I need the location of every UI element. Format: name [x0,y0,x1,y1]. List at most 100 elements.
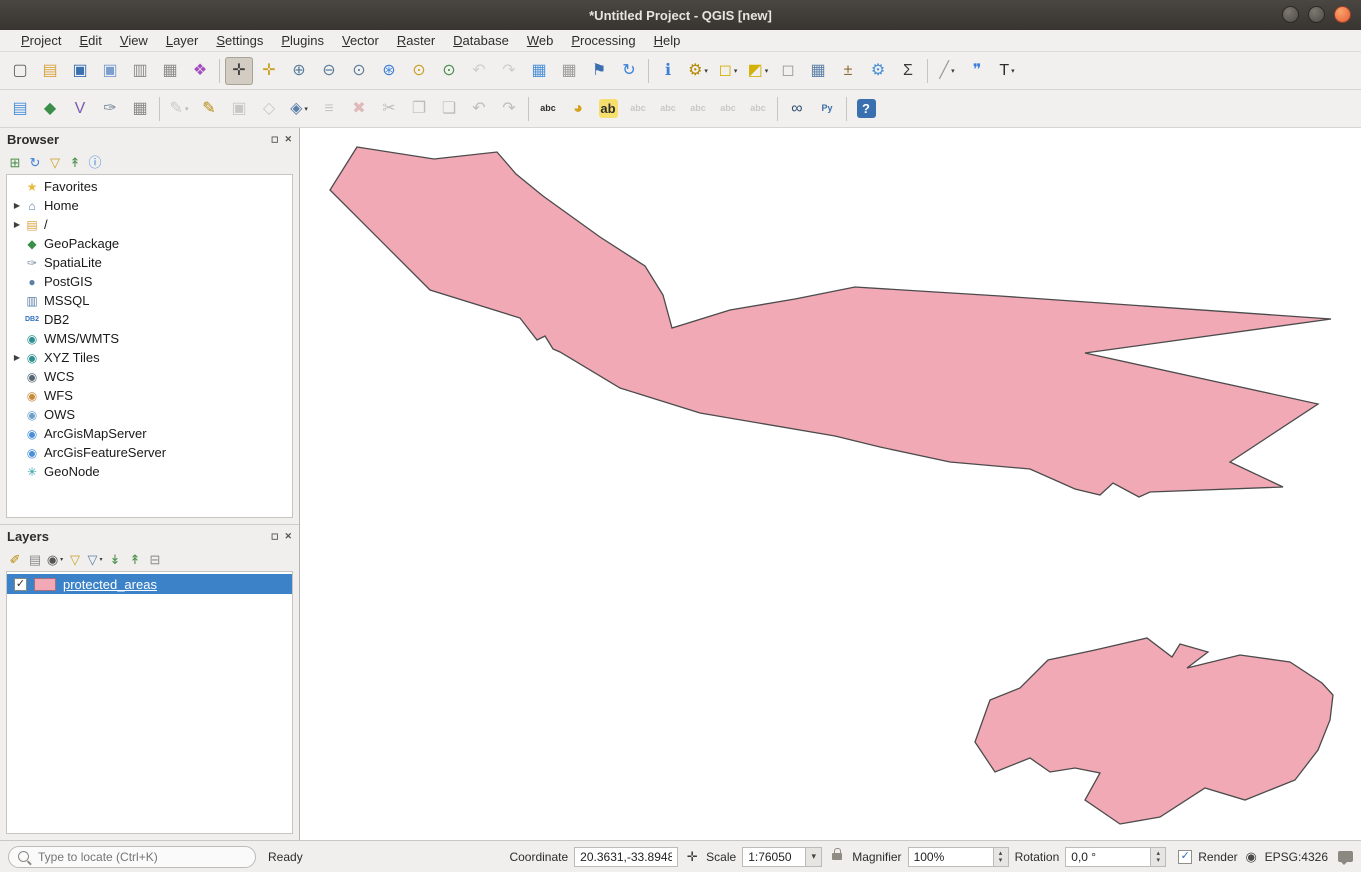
open-layer-styling-button[interactable]: ✐ [5,549,25,569]
browser-add-selected-layers-button[interactable]: ⊞ [5,152,25,172]
new-3d-map-view-button[interactable]: ▦ [555,57,583,85]
browser-filter-button[interactable]: ▽ [45,152,65,172]
menu-help[interactable]: Help [645,32,690,49]
show-hide-labels-button[interactable]: abc [654,95,682,123]
move-label-button[interactable]: abc [684,95,712,123]
rotation-input[interactable] [1065,847,1151,867]
menu-project[interactable]: Project [12,32,70,49]
zoom-to-layer-button[interactable]: ⊙ [435,57,463,85]
rotation-spin-arrows-icon[interactable] [1151,847,1166,867]
browser-refresh-button[interactable]: ↻ [25,152,45,172]
menu-view[interactable]: View [111,32,157,49]
browser-item-arcgisfeatureserver[interactable]: ◉ArcGisFeatureServer [7,443,292,462]
pin-unpin-labels-button[interactable]: ab [594,95,622,123]
menu-raster[interactable]: Raster [388,32,444,49]
scale-dropdown-icon[interactable] [806,847,822,867]
show-spatial-bookmarks-button[interactable]: ⚑ [585,57,613,85]
add-polygon-feature-button[interactable]: ◇ [255,95,283,123]
new-print-layout-button[interactable]: ▥ [126,57,154,85]
render-checkbox[interactable] [1178,850,1192,864]
zoom-in-button[interactable]: ⊕ [285,57,313,85]
save-layer-edits-button[interactable]: ▣ [225,95,253,123]
copy-features-button[interactable]: ❐ [405,95,433,123]
browser-collapse-all-button[interactable]: ↟ [65,152,85,172]
menu-settings[interactable]: Settings [207,32,272,49]
browser-item-wcs[interactable]: ◉WCS [7,367,292,386]
menu-plugins[interactable]: Plugins [272,32,333,49]
identify-features-button[interactable]: ℹ [654,57,682,85]
metasearch-button[interactable]: ∞ [783,95,811,123]
data-source-manager-button[interactable]: ▤ [6,95,34,123]
browser-item-arcgismapserver[interactable]: ◉ArcGisMapServer [7,424,292,443]
layer-item-protected-areas[interactable]: protected_areas [7,574,292,594]
browser-item-geopackage[interactable]: ◆GeoPackage [7,234,292,253]
rotate-label-button[interactable]: abc [714,95,742,123]
browser-item-xyz-tiles[interactable]: ▶◉XYZ Tiles [7,348,292,367]
new-project-button[interactable]: ▢ [6,57,34,85]
browser-properties-button[interactable]: ⓘ [85,152,105,172]
browser-item-db2[interactable]: DB2DB2 [7,310,292,329]
scale-value[interactable]: 1:76050 [742,847,806,867]
messages-icon[interactable] [1338,851,1353,862]
map-tips-button[interactable]: ❞ [963,57,991,85]
pan-map-to-selection-button[interactable]: ✛ [255,57,283,85]
expand-all-button[interactable]: ↡ [105,549,125,569]
browser-item-favorites[interactable]: ★Favorites [7,177,292,196]
remove-layer-button[interactable]: ⊟ [145,549,165,569]
deselect-features-button[interactable]: ◻ [774,57,802,85]
browser-close-icon[interactable]: ✕ [284,134,292,145]
layer-visibility-checkbox[interactable] [14,578,27,591]
new-geopackage-layer-button[interactable]: ◆ [36,95,64,123]
browser-item-ows[interactable]: ◉OWS [7,405,292,424]
zoom-next-button[interactable]: ↷ [495,57,523,85]
browser-item-[interactable]: ▶▤/ [7,215,292,234]
close-button[interactable] [1334,6,1351,23]
filter-legend-by-expression-button[interactable]: ▽▾ [85,549,105,569]
protected-area-polygon-2[interactable] [975,638,1333,824]
locator-input[interactable] [36,849,246,865]
cut-features-button[interactable]: ✂ [375,95,403,123]
expand-arrow-icon[interactable]: ▶ [11,220,23,229]
rotation-spinbox[interactable] [1065,847,1166,867]
menu-web[interactable]: Web [518,32,563,49]
protected-area-polygon-1[interactable] [330,147,1331,497]
add-group-button[interactable]: ▤ [25,549,45,569]
map-svg[interactable] [300,128,1361,840]
menu-database[interactable]: Database [444,32,518,49]
select-features-button[interactable]: ◻▾ [714,57,742,85]
layers-close-icon[interactable]: ✕ [284,531,292,542]
show-layout-manager-button[interactable]: ▦ [156,57,184,85]
minimize-button[interactable] [1282,6,1299,23]
python-console-button[interactable]: Py [813,95,841,123]
statistical-summary-button[interactable]: Σ [894,57,922,85]
zoom-out-button[interactable]: ⊖ [315,57,343,85]
layer-diagram-options-button[interactable]: ◕ [564,95,592,123]
paste-features-button[interactable]: ❏ [435,95,463,123]
expand-arrow-icon[interactable]: ▶ [11,201,23,210]
open-attribute-table-button[interactable]: ▦ [804,57,832,85]
modify-attributes-button[interactable]: ≡ [315,95,343,123]
new-map-view-button[interactable]: ▦ [525,57,553,85]
scale-combobox[interactable]: 1:76050 [742,847,822,867]
pan-map-button[interactable]: ✛ [225,57,253,85]
undo-button[interactable]: ↶ [465,95,493,123]
browser-item-geonode[interactable]: ✳GeoNode [7,462,292,481]
maximize-button[interactable] [1308,6,1325,23]
zoom-native-button[interactable]: ⊙ [345,57,373,85]
delete-selected-button[interactable]: ✖ [345,95,373,123]
browser-item-postgis[interactable]: ●PostGIS [7,272,292,291]
lock-scale-icon[interactable] [832,853,842,860]
processing-toolbox-button[interactable]: ⚙ [864,57,892,85]
open-field-calculator-button[interactable]: ± [834,57,862,85]
layers-float-icon[interactable]: ◻ [271,531,278,542]
menu-processing[interactable]: Processing [562,32,644,49]
new-spatialite-layer-button[interactable]: ✑ [96,95,124,123]
browser-item-mssql[interactable]: ▥MSSQL [7,291,292,310]
extents-toggle-button[interactable] [684,849,700,865]
open-project-button[interactable]: ▤ [36,57,64,85]
magnifier-spinbox[interactable] [908,847,1009,867]
measure-line-button[interactable]: ╱▾ [933,57,961,85]
zoom-full-button[interactable]: ⊛ [375,57,403,85]
change-label-button[interactable]: abc [744,95,772,123]
redo-button[interactable]: ↷ [495,95,523,123]
